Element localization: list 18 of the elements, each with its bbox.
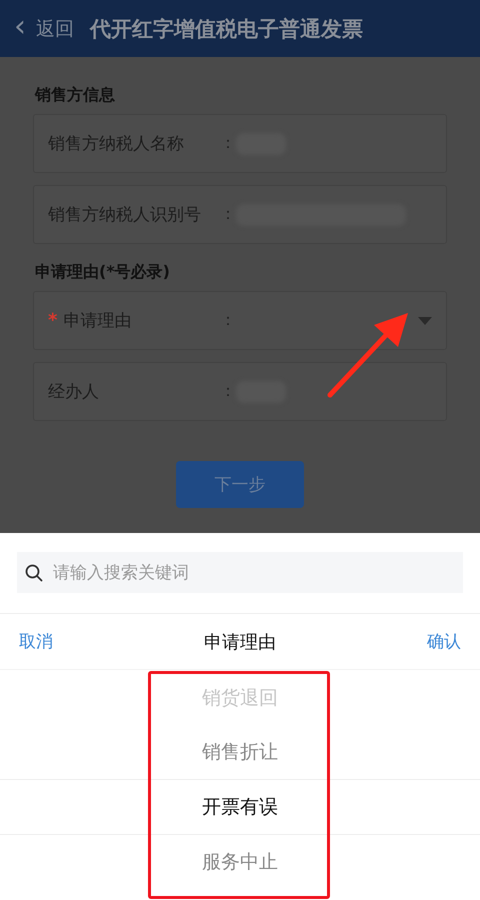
cancel-button[interactable]: 取消 xyxy=(19,630,53,653)
next-button[interactable]: 下一步 xyxy=(176,461,304,508)
field-separator: ： xyxy=(220,310,236,331)
field-separator: ： xyxy=(220,204,236,225)
back-button[interactable]: ‹ 返回 xyxy=(14,16,74,42)
confirm-button[interactable]: 确认 xyxy=(427,630,461,653)
picker-option[interactable]: 服务中止 xyxy=(202,849,278,875)
field-separator: ： xyxy=(220,381,236,402)
dropdown-caret-icon xyxy=(418,316,432,324)
section-heading: 销售方信息 xyxy=(35,85,116,106)
required-mark: * xyxy=(48,310,58,331)
picker-title: 申请理由 xyxy=(204,630,276,654)
page-title: 代开红字增值税电子普通发票 xyxy=(90,16,363,42)
search-field[interactable]: 请输入搜索关键词 xyxy=(17,552,463,593)
picker-option[interactable]: 销售折让 xyxy=(202,739,278,765)
picker-option[interactable]: 开票有误 xyxy=(202,794,278,820)
field-separator: ： xyxy=(220,133,236,154)
section-heading: 申请理由(*号必录) xyxy=(35,262,171,283)
